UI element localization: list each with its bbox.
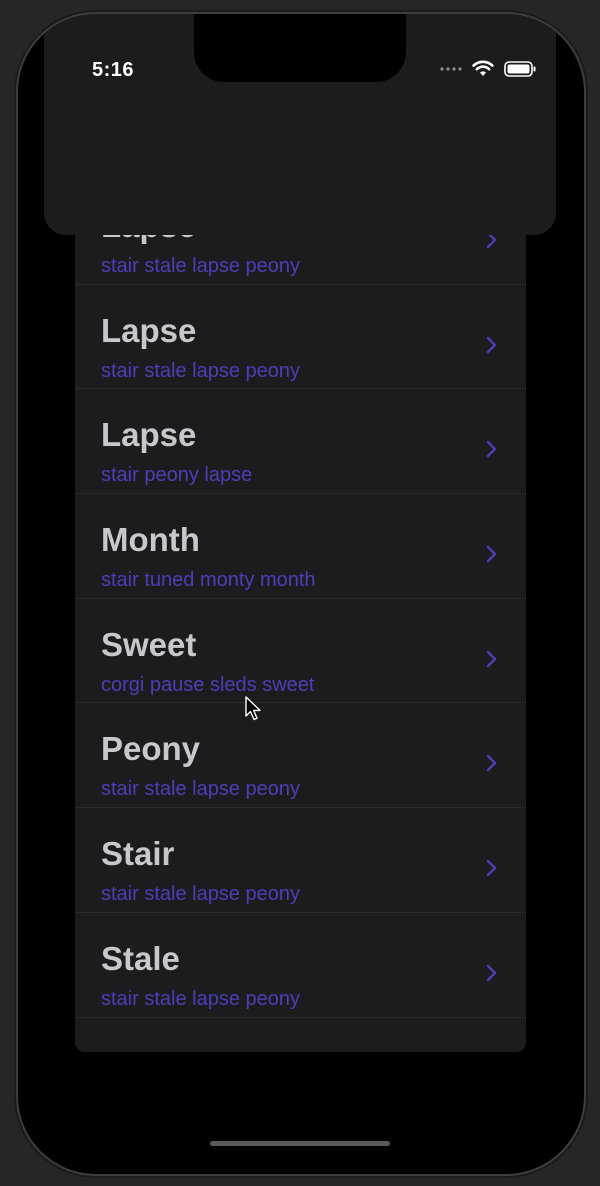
list-item-title: Sweet [101,625,197,663]
list-item-subtitle: stair stale lapse peony [101,987,301,1010]
list-item-title: Lapse [101,311,197,349]
word-list: Lapse stair stale lapse peony Lapse stair s… [75,206,526,1052]
list-item-title: Stale [101,939,180,977]
device-notch [194,14,406,82]
home-indicator[interactable] [210,1141,390,1146]
list-item-subtitle: stair peony lapse [101,464,253,487]
chevron-right-icon [486,755,497,772]
screen-backdrop: 5:16 Lapsestair stale lapse p [0,0,600,1186]
battery-icon [504,60,536,77]
mouse-cursor-icon [245,696,261,721]
chevron-right-icon [486,859,497,877]
list-item-subtitle: stair stale lapse peony [101,255,301,277]
list-item-title: Month [101,521,200,559]
list-container: Lapse stair stale lapse peony Lapse stair s… [75,206,526,1018]
status-time: 5:16 [92,59,135,81]
cellular-icon [440,66,462,71]
list-item[interactable]: Month stair tuned monty month [75,494,526,599]
list-item[interactable]: Lapse stair peony lapse [75,389,526,495]
list-item-subtitle: corgi pause sleds sweet [101,673,315,696]
list-item-title: Lapse [101,416,197,454]
status-icons [440,60,536,77]
chevron-right-icon [486,964,497,982]
list-item-subtitle: stair stale lapse peony [101,359,301,382]
chevron-right-icon [486,650,497,667]
list-item[interactable]: Stair stair stale lapse peony [75,808,526,913]
chevron-right-icon [486,545,497,563]
list-item[interactable]: Peony stair stale lapse peony [75,703,526,809]
list-item-subtitle: stair tuned monty month [101,569,316,592]
chevron-right-icon [486,441,497,458]
list-item-subtitle: stair stale lapse peony [101,883,301,906]
list-item[interactable]: Lapse stair stale lapse peony [75,285,526,390]
list-item[interactable]: Sweet corgi pause sleds sweet [75,599,526,704]
list-item-title: Stair [101,835,175,873]
list-item-title: Peony [101,730,201,768]
list-item-subtitle: stair stale lapse peony [101,778,301,801]
list-item[interactable]: Stale stair stale lapse peony [75,913,526,1018]
phone-frame: 5:16 Lapsestair stale lapse p [18,14,584,1174]
wifi-icon [472,60,494,76]
chevron-right-icon [486,336,497,353]
